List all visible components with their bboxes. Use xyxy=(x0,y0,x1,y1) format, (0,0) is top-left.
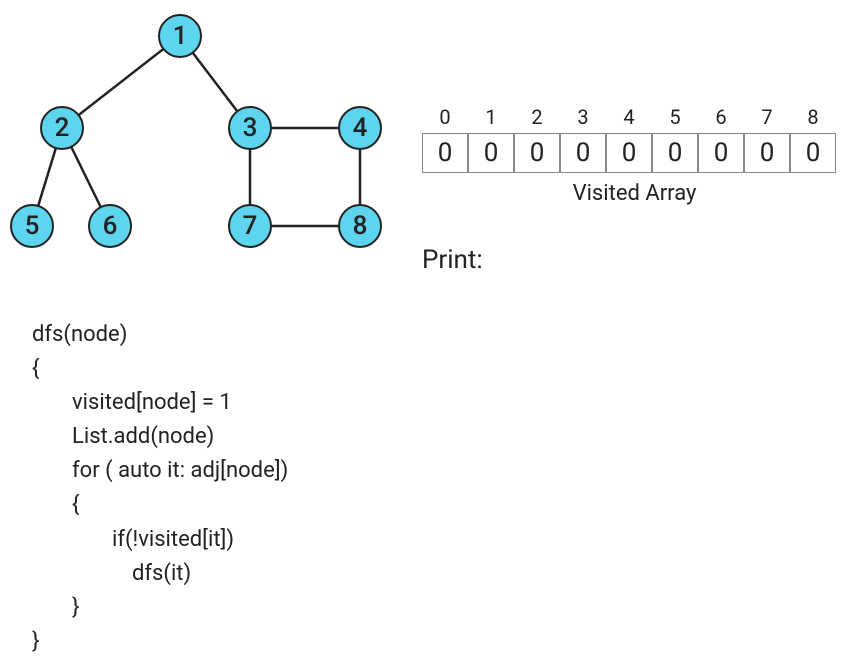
graph-node-6: 6 xyxy=(88,204,132,248)
code-line-0: dfs(node) xyxy=(32,318,288,352)
array-cell-5: 0 xyxy=(652,133,698,173)
array-index-6: 6 xyxy=(698,105,744,129)
visited-array-indices: 012345678 xyxy=(422,105,847,129)
array-cell-2: 0 xyxy=(514,133,560,173)
visited-array-label: Visited Array xyxy=(422,181,847,206)
array-cell-4: 0 xyxy=(606,133,652,173)
array-index-3: 3 xyxy=(560,105,606,129)
graph-node-4: 4 xyxy=(338,106,382,150)
code-line-6: if(!visited[it]) xyxy=(32,523,288,557)
code-line-1: { xyxy=(32,352,288,386)
dfs-pseudocode: dfs(node) { visited[node] = 1 List.add(n… xyxy=(32,318,288,659)
array-cell-0: 0 xyxy=(422,133,468,173)
code-line-7: dfs(it) xyxy=(32,557,288,591)
graph-diagram: 1 2 3 4 56 7 8 xyxy=(0,0,420,280)
array-cell-3: 0 xyxy=(560,133,606,173)
print-label: Print: xyxy=(422,245,483,275)
code-line-9: } xyxy=(32,625,288,659)
graph-node-3: 3 xyxy=(228,106,272,150)
code-line-4: for ( auto it: adj[node]) xyxy=(32,454,288,488)
array-cell-8: 0 xyxy=(790,133,836,173)
array-cell-6: 0 xyxy=(698,133,744,173)
code-line-3: List.add(node) xyxy=(32,420,288,454)
graph-node-2: 2 xyxy=(40,106,84,150)
print-output-block: Print: xyxy=(422,245,491,275)
array-index-8: 8 xyxy=(790,105,836,129)
graph-node-7: 7 xyxy=(228,204,272,248)
array-index-4: 4 xyxy=(606,105,652,129)
array-index-2: 2 xyxy=(514,105,560,129)
graph-node-5: 5 xyxy=(10,204,54,248)
code-line-2: visited[node] = 1 xyxy=(32,386,288,420)
graph-node-8: 8 xyxy=(338,204,382,248)
array-index-5: 5 xyxy=(652,105,698,129)
array-cell-1: 0 xyxy=(468,133,514,173)
array-index-0: 0 xyxy=(422,105,468,129)
array-index-7: 7 xyxy=(744,105,790,129)
graph-node-1: 1 xyxy=(158,14,202,58)
code-line-5: { xyxy=(32,488,288,522)
visited-array-cells: 000000000 xyxy=(422,133,847,173)
code-line-8: } xyxy=(32,591,288,625)
array-index-1: 1 xyxy=(468,105,514,129)
visited-array-block: 012345678 000000000 Visited Array xyxy=(422,105,847,206)
array-cell-7: 0 xyxy=(744,133,790,173)
